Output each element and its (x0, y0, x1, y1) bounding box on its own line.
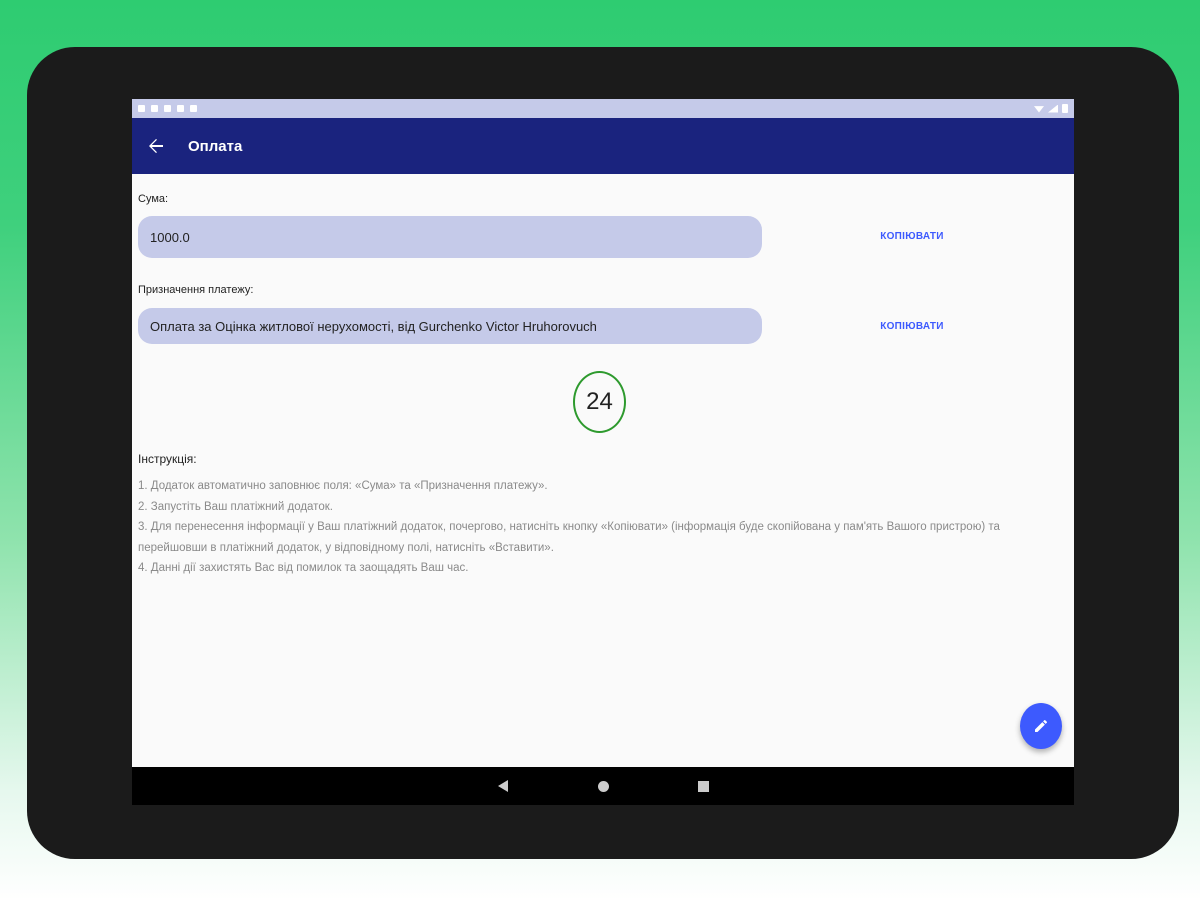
instructions-title: Інструкція: (138, 452, 197, 466)
app-screen: Оплата Сума: 1000.0 КОПІЮВАТИ Призначенн… (132, 99, 1074, 805)
arrow-left-icon (149, 139, 163, 153)
triangle-back-icon (498, 780, 508, 792)
square-recents-icon (697, 780, 709, 792)
notification-icon (151, 105, 158, 112)
instruction-item: 1. Додаток автоматично заповнює поля: «С… (138, 480, 548, 492)
status-system-icons (1034, 104, 1068, 113)
navigation-bar (132, 767, 1074, 805)
status-notifications (138, 105, 197, 112)
amount-label: Сума: (138, 193, 169, 205)
copy-amount-button[interactable]: КОПІЮВАТИ (852, 231, 972, 242)
nav-recents-button[interactable] (693, 776, 713, 796)
instruction-item: 3. Для перенесення інформації у Ваш плат… (138, 521, 1000, 554)
instruction-item: 4. Данні дії захистять Вас від помилок т… (138, 562, 469, 574)
notification-icon (138, 105, 145, 112)
signal-icon (1048, 104, 1058, 113)
circle-home-icon (597, 780, 609, 792)
edit-fab-button[interactable] (1020, 703, 1062, 749)
purpose-label: Призначення платежу: (138, 284, 254, 296)
pencil-icon (1035, 719, 1047, 732)
nav-back-button[interactable] (493, 776, 513, 796)
wifi-icon (1034, 106, 1044, 113)
nav-home-button[interactable] (593, 776, 613, 796)
notification-icon (190, 105, 197, 112)
copy-purpose-button[interactable]: КОПІЮВАТИ (852, 321, 972, 332)
countdown-timer: 24 (573, 371, 626, 433)
notification-icon (164, 105, 171, 112)
instructions-list: 1. Додаток автоматично заповнює поля: «С… (138, 476, 1058, 579)
app-bar: Оплата (132, 118, 1074, 174)
status-bar (132, 99, 1074, 118)
battery-icon (1062, 104, 1068, 113)
amount-field[interactable]: 1000.0 (138, 216, 762, 258)
page-title: Оплата (188, 137, 243, 155)
instruction-item: 2. Запустіть Ваш платіжний додаток. (138, 500, 333, 513)
notification-icon (177, 105, 184, 112)
back-button[interactable] (136, 126, 176, 166)
purpose-field[interactable]: Оплата за Оцінка житлової нерухомості, в… (138, 308, 762, 344)
